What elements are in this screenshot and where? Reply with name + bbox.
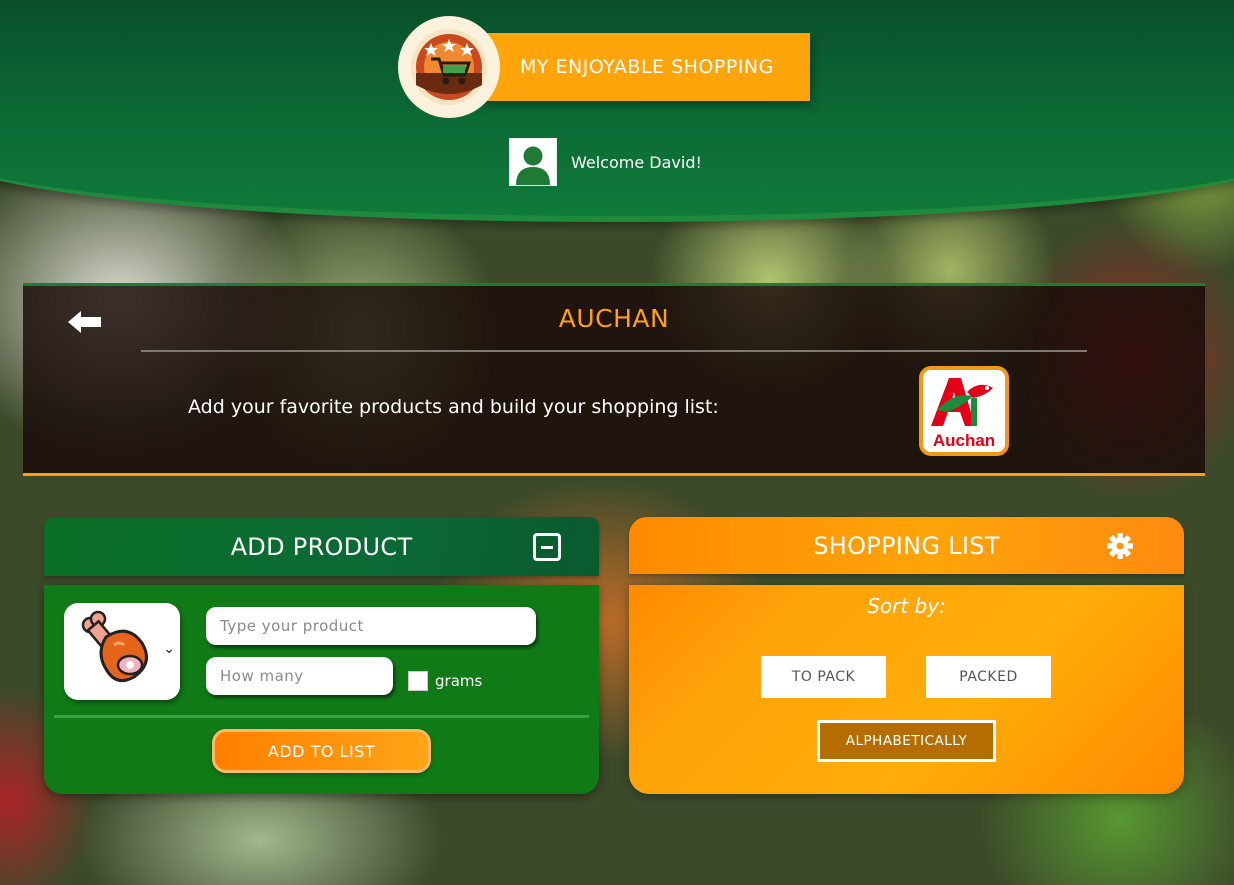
settings-button[interactable]	[1106, 532, 1134, 560]
app-title[interactable]: MY ENJOYABLE SHOPPING	[480, 33, 810, 101]
sort-label: Sort by:	[867, 594, 946, 618]
chevron-down-icon: ⌄	[163, 641, 175, 657]
shopping-list-body: Sort by: TO PACK PACKED ALPHABETICALLY	[629, 585, 1184, 794]
shopping-cart-logo[interactable]	[398, 16, 500, 118]
store-panel: AUCHAN Add your favorite products and bu…	[23, 283, 1205, 476]
shopping-list-header: SHOPPING LIST	[629, 517, 1184, 574]
gear-icon	[1107, 533, 1133, 559]
product-input[interactable]	[206, 607, 536, 645]
user-greeting: Welcome David!	[509, 138, 702, 186]
sort-packed-button[interactable]: PACKED	[926, 656, 1051, 698]
shopping-list-title: SHOPPING LIST	[813, 531, 1000, 560]
divider	[54, 715, 589, 718]
auchan-bird-icon: Auchan	[923, 370, 1005, 452]
cart-logo-icon	[411, 29, 487, 105]
add-product-card: ADD PRODUCT ⌄ grams ADD TO LIST	[44, 517, 599, 794]
add-product-header: ADD PRODUCT	[44, 517, 599, 576]
grams-label: grams	[435, 672, 483, 690]
auchan-logo[interactable]: Auchan	[919, 366, 1009, 456]
meat-icon	[81, 610, 148, 683]
quantity-input[interactable]	[206, 657, 393, 695]
auchan-logo-text: Auchan	[933, 431, 995, 450]
minus-icon	[541, 545, 553, 549]
sort-to-pack-button[interactable]: TO PACK	[761, 656, 886, 698]
store-name: AUCHAN	[558, 304, 670, 333]
user-avatar-icon[interactable]	[509, 138, 557, 186]
divider	[141, 350, 1087, 352]
collapse-button[interactable]	[533, 533, 561, 561]
grams-option: grams	[408, 671, 482, 691]
shopping-list-card: SHOPPING LIST Sort by: TO PACK PACKED AL…	[629, 517, 1184, 794]
add-product-form: ⌄ grams ADD TO LIST	[44, 585, 599, 794]
product-icon-select[interactable]: ⌄	[64, 603, 180, 700]
grams-checkbox[interactable]	[408, 671, 428, 691]
person-icon	[516, 146, 550, 185]
sort-alphabetically-button[interactable]: ALPHABETICALLY	[817, 720, 996, 762]
welcome-text: Welcome David!	[571, 152, 702, 172]
add-product-title: ADD PRODUCT	[230, 532, 413, 561]
brand: MY ENJOYABLE SHOPPING	[398, 16, 810, 118]
store-subtitle: Add your favorite products and build you…	[188, 396, 719, 418]
add-to-list-button[interactable]: ADD TO LIST	[212, 729, 431, 773]
